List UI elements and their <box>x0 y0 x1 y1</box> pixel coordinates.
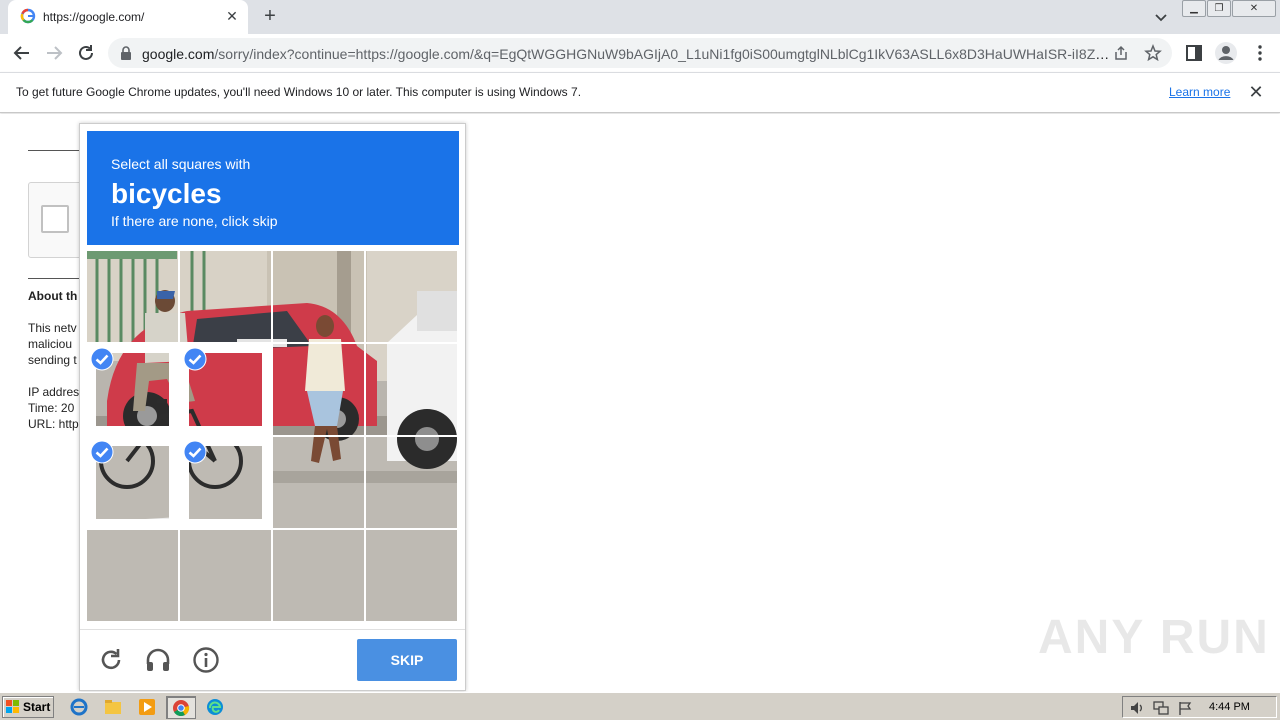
tile-image <box>273 530 364 621</box>
challenge-target: bicycles <box>111 178 222 209</box>
clock: 4:44 PM <box>1209 701 1250 713</box>
page-text-line: URL: http <box>28 417 79 431</box>
start-label: Start <box>23 700 51 714</box>
grid-tile[interactable] <box>366 530 457 621</box>
edge-icon[interactable] <box>206 698 224 716</box>
challenge-instruction: Select all squares with <box>111 156 251 172</box>
tab-close-icon[interactable]: ✕ <box>224 8 240 24</box>
grid-tile[interactable] <box>273 344 364 435</box>
tab-title: https://google.com/ <box>43 10 145 24</box>
challenge-footer: SKIP <box>80 629 465 691</box>
window-controls: ▁ ❐ ✕ <box>1182 0 1277 18</box>
tile-image <box>87 251 178 342</box>
grid-tile[interactable] <box>273 437 364 528</box>
file-explorer-icon[interactable] <box>104 698 122 716</box>
system-tray: 4:44 PM <box>1122 696 1277 718</box>
audio-challenge-icon[interactable] <box>144 646 172 674</box>
grid-tile[interactable] <box>180 437 271 528</box>
page-text-line: sending t <box>28 353 77 367</box>
tile-checkmark-icon <box>183 440 207 464</box>
volume-icon[interactable] <box>1129 700 1145 716</box>
page-text-line: IP addres <box>28 385 80 399</box>
challenge-hint: If there are none, click skip <box>111 213 278 229</box>
grid-tile[interactable] <box>366 437 457 528</box>
windows-flag-icon <box>6 700 19 713</box>
tile-image <box>366 344 457 435</box>
learn-more-link[interactable]: Learn more <box>1169 85 1230 99</box>
grid-tile[interactable] <box>273 530 364 621</box>
page-text-line: This netv <box>28 321 77 335</box>
tab-search-chevron-icon[interactable] <box>1152 8 1170 26</box>
reload-icon[interactable] <box>75 42 97 64</box>
lock-icon[interactable] <box>120 46 132 60</box>
network-icon[interactable] <box>1153 700 1169 716</box>
page-text-line: maliciou <box>28 337 73 351</box>
grid-tile[interactable] <box>87 344 178 435</box>
anyrun-watermark: ANY RUN <box>1038 611 1270 664</box>
about-heading: About th <box>28 289 78 303</box>
tile-image <box>180 251 271 342</box>
challenge-grid <box>87 251 459 623</box>
minimize-button[interactable]: ▁ <box>1182 0 1206 17</box>
tile-image <box>273 437 364 528</box>
chrome-taskbar-button[interactable] <box>166 696 196 719</box>
screen: https://google.com/ ✕ + ▁ ❐ ✕ google.com… <box>0 0 1280 720</box>
recaptcha-checkbox[interactable] <box>41 205 69 233</box>
address-bar[interactable]: google.com/sorry/index?continue=https://… <box>108 38 1172 68</box>
grid-tile[interactable] <box>273 251 364 342</box>
tile-checkmark-icon <box>183 347 207 371</box>
forward-icon[interactable] <box>43 42 65 64</box>
infobar-close-icon[interactable]: ✕ <box>1247 83 1265 101</box>
grid-tile[interactable] <box>366 251 457 342</box>
url-text[interactable]: google.com/sorry/index?continue=https://… <box>142 46 1112 62</box>
share-icon[interactable] <box>1113 45 1129 61</box>
new-tab-button[interactable]: + <box>258 6 282 28</box>
media-player-icon[interactable] <box>138 698 156 716</box>
tile-image <box>180 530 271 621</box>
profile-avatar-icon[interactable] <box>1214 41 1238 65</box>
tile-image <box>273 344 364 435</box>
skip-button[interactable]: SKIP <box>357 639 457 681</box>
maximize-button[interactable]: ❐ <box>1207 0 1231 17</box>
info-icon[interactable] <box>192 646 220 674</box>
grid-tile[interactable] <box>180 530 271 621</box>
chrome-icon <box>173 700 190 717</box>
grid-tile[interactable] <box>87 251 178 342</box>
back-icon[interactable] <box>11 42 33 64</box>
page-text-line: Time: 20 <box>28 401 75 415</box>
tile-image <box>366 251 457 342</box>
menu-kebab-icon[interactable] <box>1250 43 1270 63</box>
grid-tile[interactable] <box>180 344 271 435</box>
grid-tile[interactable] <box>180 251 271 342</box>
windows-taskbar: Start 4:44 PM <box>0 692 1280 720</box>
recaptcha-challenge: Select all squares with bicycles If ther… <box>79 123 466 691</box>
internet-explorer-icon[interactable] <box>70 698 88 716</box>
tile-image <box>273 251 364 342</box>
grid-tile[interactable] <box>87 437 178 528</box>
tile-image <box>366 437 457 528</box>
grid-tile[interactable] <box>366 344 457 435</box>
challenge-header: Select all squares with bicycles If ther… <box>87 131 459 245</box>
google-favicon-icon <box>20 8 36 24</box>
bookmark-star-icon[interactable] <box>1144 44 1162 62</box>
tile-image <box>87 530 178 621</box>
browser-toolbar: google.com/sorry/index?continue=https://… <box>0 34 1280 72</box>
update-infobar: To get future Google Chrome updates, you… <box>0 72 1280 113</box>
grid-tile[interactable] <box>87 530 178 621</box>
reload-challenge-icon[interactable] <box>97 646 125 674</box>
start-button[interactable]: Start <box>2 696 54 718</box>
action-center-flag-icon[interactable] <box>1177 700 1193 716</box>
tile-image <box>366 530 457 621</box>
close-window-button[interactable]: ✕ <box>1232 0 1276 17</box>
tile-checkmark-icon <box>90 440 114 464</box>
tile-checkmark-icon <box>90 347 114 371</box>
browser-tab[interactable]: https://google.com/ ✕ <box>8 0 248 34</box>
infobar-message: To get future Google Chrome updates, you… <box>16 85 582 99</box>
tab-strip: https://google.com/ ✕ + ▁ ❐ ✕ <box>0 0 1280 34</box>
side-panel-icon[interactable] <box>1184 43 1204 63</box>
